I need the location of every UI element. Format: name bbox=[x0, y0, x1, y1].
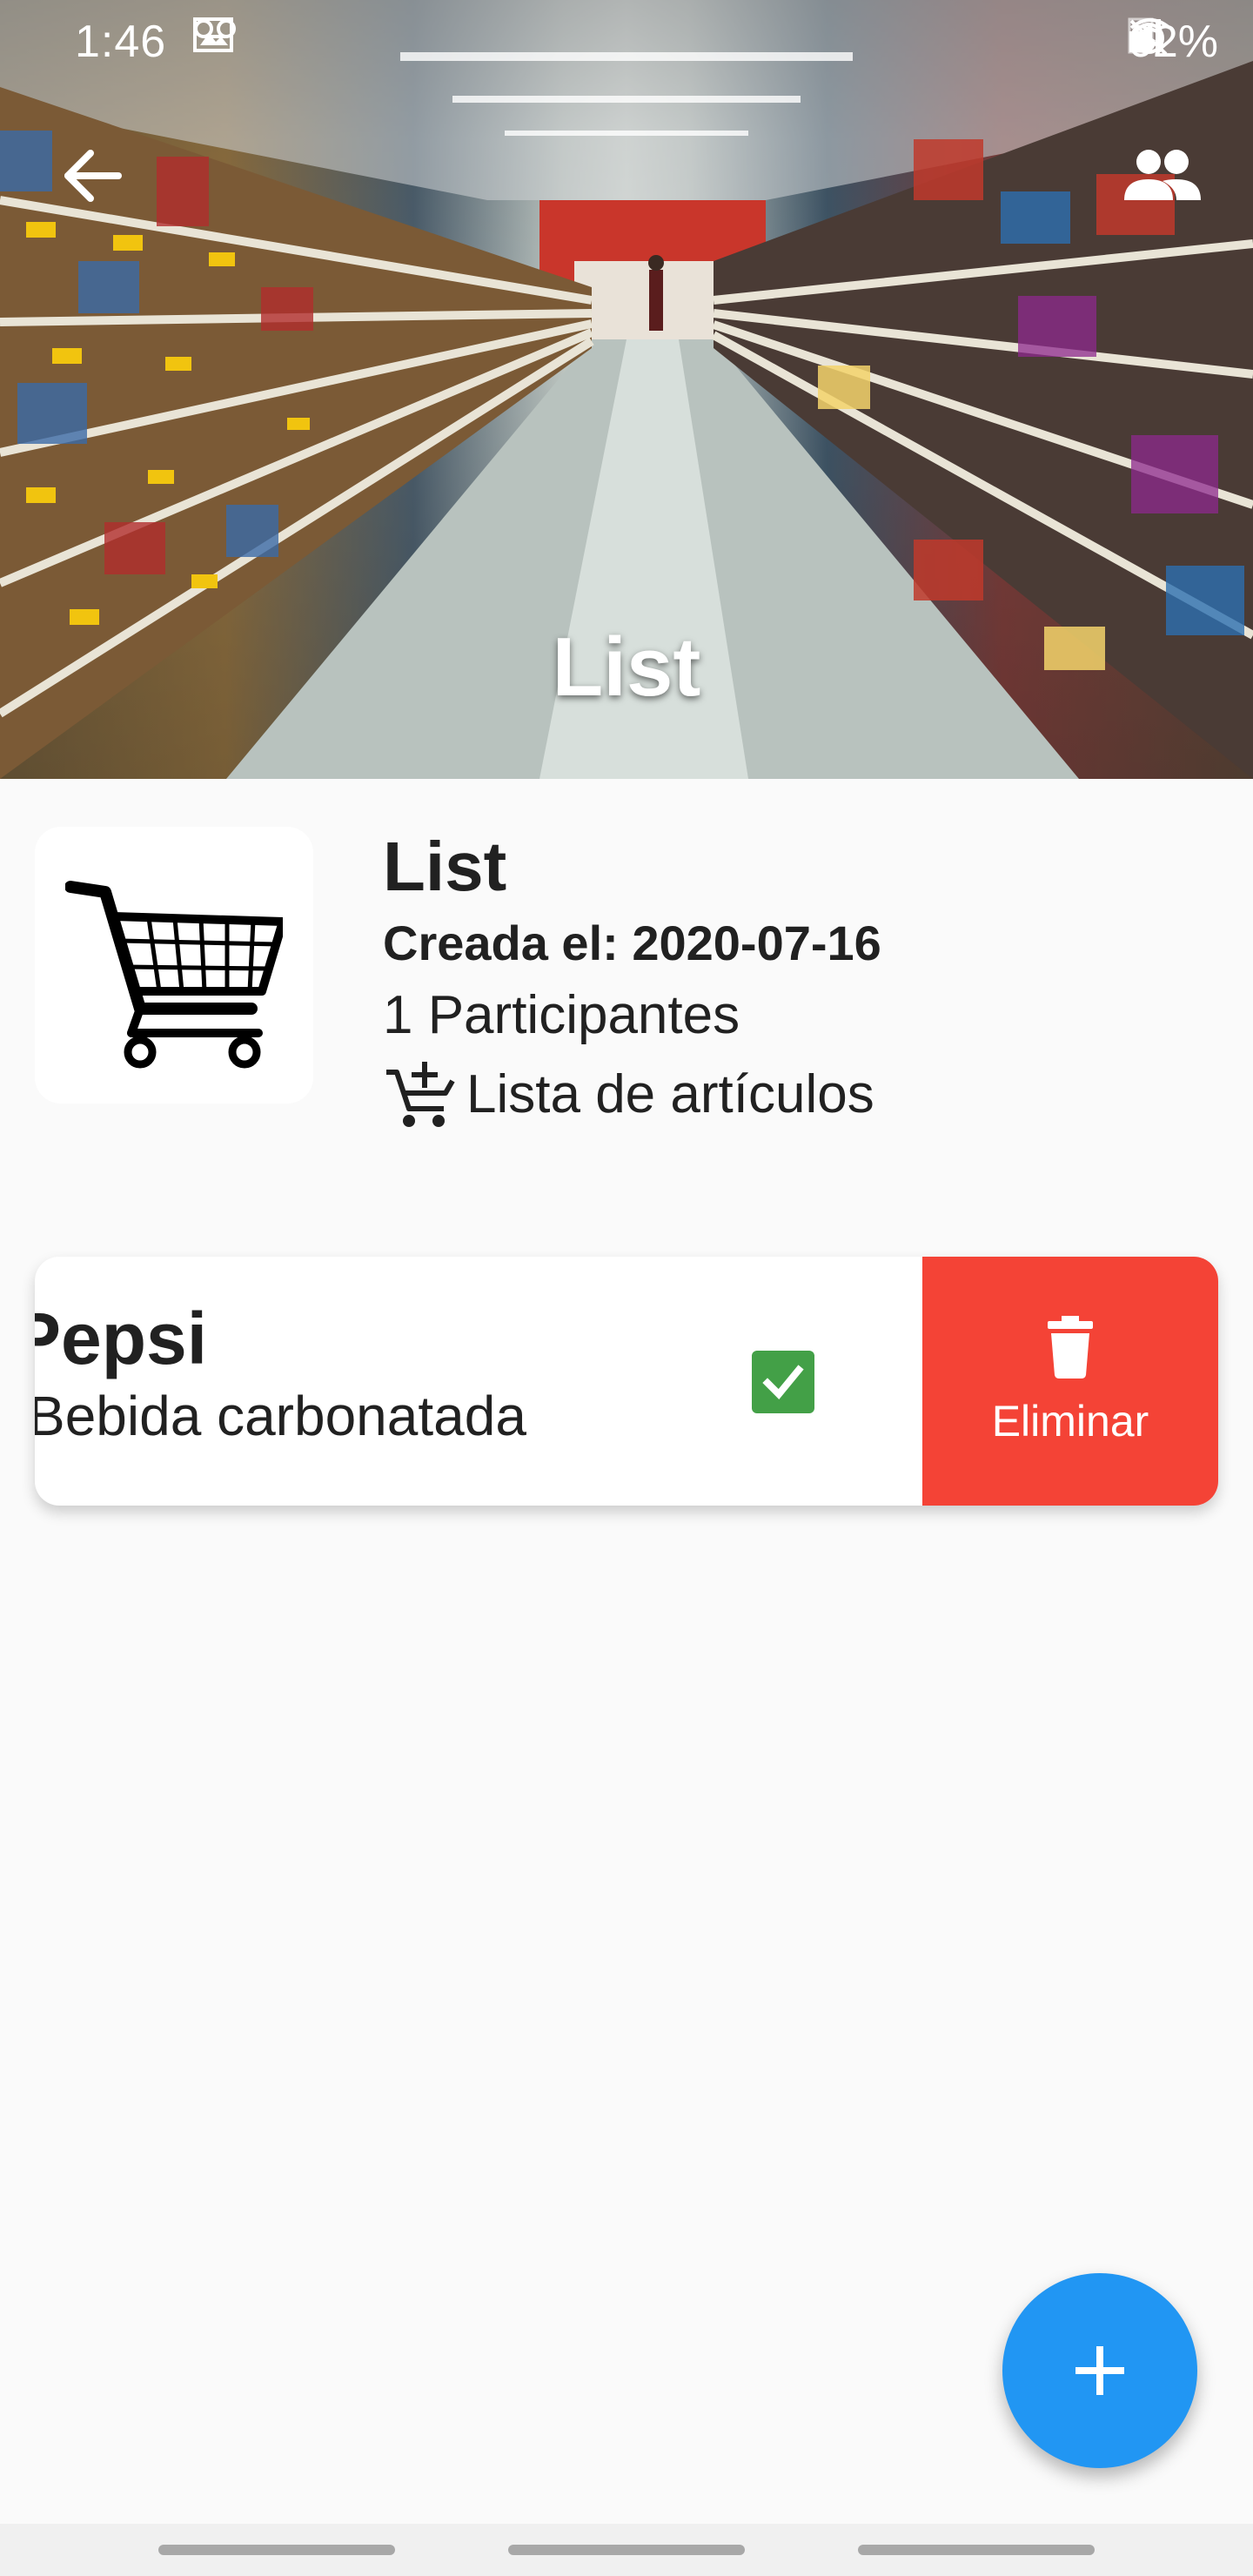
plus-icon bbox=[1075, 2346, 1124, 2395]
nav-recents-button[interactable] bbox=[158, 2545, 395, 2555]
delete-button[interactable]: Eliminar bbox=[922, 1257, 1218, 1506]
back-button[interactable] bbox=[61, 148, 131, 218]
add-item-fab[interactable] bbox=[1002, 2273, 1197, 2468]
delete-label: Eliminar bbox=[991, 1397, 1149, 1446]
nav-back-button[interactable] bbox=[858, 2545, 1095, 2555]
people-icon bbox=[1124, 150, 1201, 200]
shopping-cart-icon bbox=[65, 881, 283, 1069]
list-item[interactable]: Pepsi Bebida carbonatada Eliminar bbox=[35, 1257, 1218, 1506]
list-articles-link[interactable]: Lista de artículos bbox=[383, 1053, 881, 1137]
item-checkbox[interactable] bbox=[752, 1351, 814, 1413]
item-name: Pepsi bbox=[35, 1298, 208, 1379]
status-time: 1:46 bbox=[75, 17, 167, 67]
item-description: Bebida carbonatada bbox=[35, 1385, 526, 1447]
list-participants-count: 1 Participantes bbox=[383, 985, 740, 1045]
list-name: List bbox=[383, 828, 507, 905]
header-title: List bbox=[552, 621, 701, 714]
nav-home-button[interactable] bbox=[508, 2545, 745, 2555]
list-thumbnail bbox=[35, 827, 313, 1104]
system-nav-bar bbox=[0, 2524, 1253, 2576]
battery-icon bbox=[1128, 17, 1154, 54]
arrow-back-icon bbox=[64, 150, 122, 202]
voicemail-icon bbox=[194, 19, 236, 38]
check-icon bbox=[762, 1365, 804, 1399]
status-right: 62% bbox=[1128, 16, 1218, 68]
list-articles-label: Lista de artículos bbox=[466, 1064, 874, 1124]
list-item-content[interactable]: Pepsi Bebida carbonatada bbox=[35, 1257, 922, 1506]
participants-button[interactable] bbox=[1122, 146, 1209, 216]
add-shopping-cart-icon bbox=[386, 1062, 455, 1127]
status-bar: 1:46 62% bbox=[0, 0, 1253, 84]
trash-icon bbox=[1048, 1316, 1093, 1379]
header-image: 1:46 62% List bbox=[0, 0, 1253, 779]
list-created-date: Creada el: 2020-07-16 bbox=[383, 916, 881, 970]
list-info: List Creada el: 2020-07-16 1 Participant… bbox=[383, 825, 881, 1137]
